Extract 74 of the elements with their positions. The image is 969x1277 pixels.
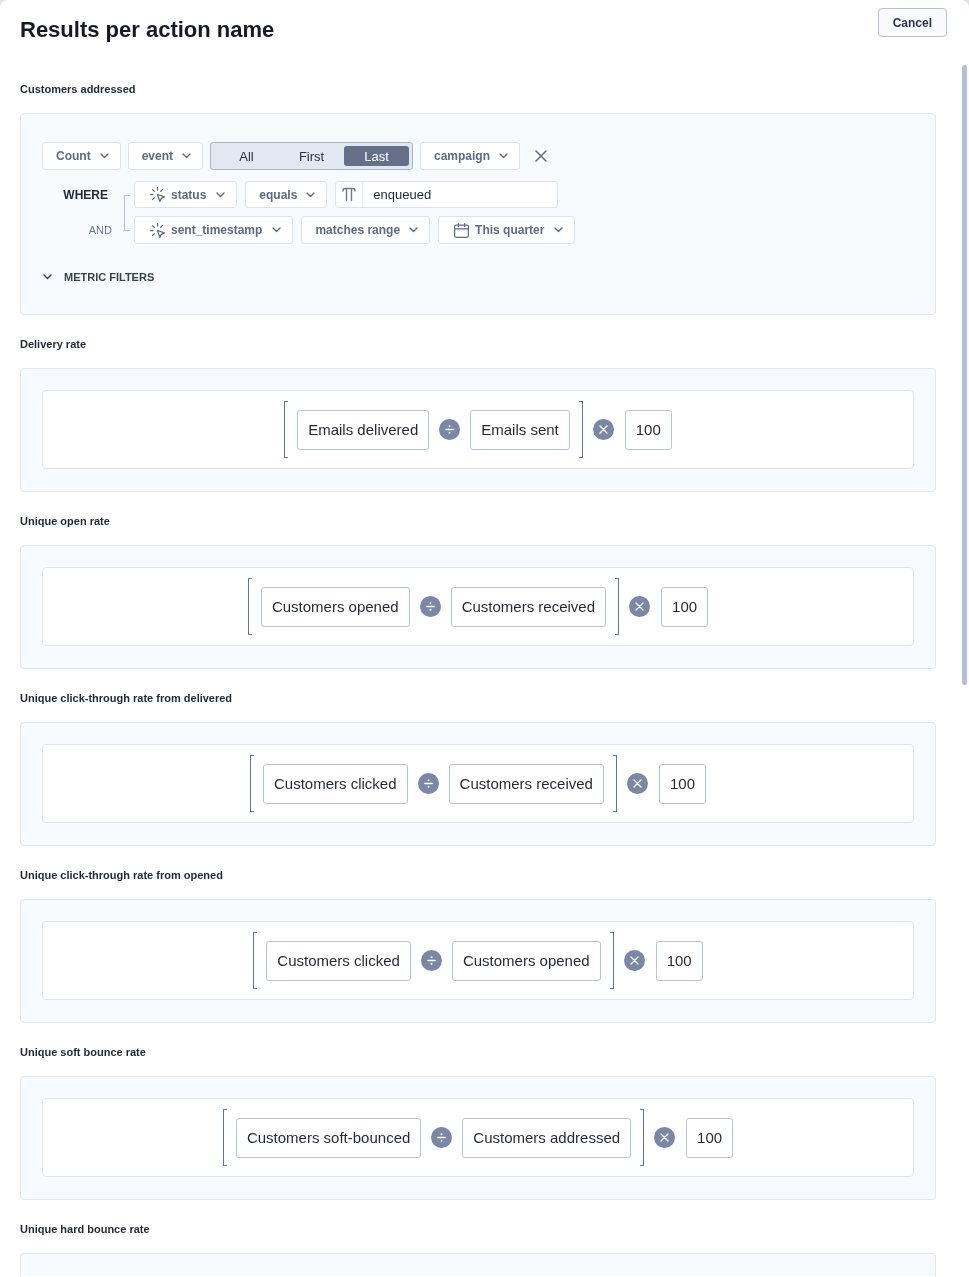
chevron-down-icon bbox=[272, 227, 282, 233]
divide-icon bbox=[420, 950, 442, 971]
segment-tab[interactable]: Last bbox=[344, 146, 409, 166]
right-bracket-icon bbox=[615, 578, 620, 635]
section-label: Unique soft bounce rate bbox=[20, 1045, 147, 1059]
value-input[interactable]: enqueued bbox=[363, 181, 559, 208]
right-bracket-icon bbox=[640, 1109, 645, 1166]
left-bracket-icon bbox=[247, 578, 252, 635]
section-label: Unique hard bounce rate bbox=[20, 1222, 151, 1236]
field-dropdown[interactable]: status bbox=[134, 181, 238, 208]
right-bracket-icon bbox=[612, 755, 617, 812]
multiply-icon bbox=[592, 419, 614, 440]
multiply-icon bbox=[654, 1127, 676, 1148]
denominator-chip[interactable]: Customers received bbox=[450, 586, 607, 627]
operator-dropdown[interactable]: matches range bbox=[301, 216, 431, 244]
divide-icon bbox=[417, 773, 439, 794]
dialog-title: Results per action name bbox=[20, 17, 275, 43]
divide-icon bbox=[431, 1127, 453, 1148]
section-label: Unique click-through rate from opened bbox=[20, 868, 224, 882]
chevron-down-icon bbox=[554, 227, 564, 233]
close-icon[interactable] bbox=[535, 150, 548, 162]
chevron-down-icon bbox=[306, 191, 316, 198]
numerator-chip[interactable]: Customers opened bbox=[260, 586, 410, 627]
right-bracket-icon bbox=[578, 401, 583, 458]
attribute-dropdown[interactable]: campaign bbox=[420, 142, 521, 170]
chevron-down-icon bbox=[499, 153, 509, 159]
left-bracket-icon bbox=[250, 755, 254, 812]
scrollbar-thumb[interactable] bbox=[962, 65, 967, 685]
condition-label: WHERE bbox=[62, 187, 108, 202]
denominator-chip[interactable]: Emails sent bbox=[470, 409, 570, 450]
multiplier-chip[interactable]: 100 bbox=[658, 763, 706, 804]
cursor-click-icon bbox=[150, 222, 165, 238]
multiply-icon bbox=[623, 950, 645, 971]
cursor-click-icon bbox=[150, 187, 165, 202]
chevron-down-icon bbox=[409, 227, 419, 233]
segment-tab[interactable]: First bbox=[279, 146, 344, 166]
left-bracket-icon bbox=[284, 401, 289, 458]
multiplier-chip[interactable]: 100 bbox=[624, 409, 672, 450]
multiply-icon bbox=[626, 773, 648, 794]
field-dropdown[interactable]: sent_timestamp bbox=[134, 216, 294, 244]
calendar-icon bbox=[454, 222, 470, 238]
aggregate-dropdown[interactable]: Count bbox=[42, 142, 121, 170]
condition-label: AND bbox=[88, 224, 112, 236]
denominator-chip[interactable]: Customers addressed bbox=[462, 1117, 632, 1158]
chevron-down-icon bbox=[99, 153, 109, 159]
divide-icon bbox=[439, 419, 461, 440]
section-label: Customers addressed bbox=[20, 82, 137, 96]
chevron-down-icon bbox=[182, 153, 191, 159]
multiplier-chip[interactable]: 100 bbox=[661, 586, 709, 627]
numerator-chip[interactable]: Emails delivered bbox=[297, 409, 430, 450]
segment-tab[interactable]: All bbox=[214, 146, 279, 166]
denominator-chip[interactable]: Customers opened bbox=[451, 940, 601, 981]
connector-line bbox=[124, 195, 130, 231]
denominator-chip[interactable]: Customers received bbox=[448, 763, 604, 804]
date-range-dropdown[interactable]: This quarter bbox=[438, 216, 576, 244]
right-bracket-icon bbox=[609, 932, 614, 989]
multiplier-chip[interactable]: 100 bbox=[686, 1117, 734, 1158]
metric-filters-toggle[interactable]: METRIC FILTERS bbox=[42, 270, 155, 284]
divide-icon bbox=[419, 596, 441, 617]
section-label: Delivery rate bbox=[20, 337, 88, 351]
numerator-chip[interactable]: Customers clicked bbox=[266, 940, 411, 981]
multiply-icon bbox=[629, 596, 651, 617]
numerator-chip[interactable]: Customers clicked bbox=[263, 763, 408, 804]
left-bracket-icon bbox=[222, 1109, 227, 1166]
operator-dropdown[interactable]: equals bbox=[245, 181, 328, 208]
text-type-icon bbox=[335, 181, 364, 208]
section-label: Unique click-through rate from delivered bbox=[20, 691, 234, 705]
cancel-button[interactable]: Cancel bbox=[877, 8, 947, 37]
chevron-down-icon bbox=[216, 191, 226, 198]
section-label: Unique open rate bbox=[20, 514, 111, 528]
numerator-chip[interactable]: Customers soft-bounced bbox=[235, 1117, 422, 1158]
source-dropdown[interactable]: event bbox=[127, 142, 203, 170]
left-bracket-icon bbox=[253, 932, 258, 989]
multiplier-chip[interactable]: 100 bbox=[655, 940, 703, 981]
